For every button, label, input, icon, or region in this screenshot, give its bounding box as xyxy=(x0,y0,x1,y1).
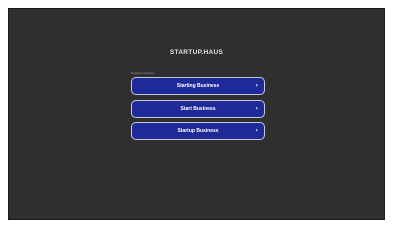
site-title: STARTUP.HAUS xyxy=(169,49,224,56)
page-frame: STARTUP.HAUS Related searches Starting B… xyxy=(8,8,385,220)
search-link-label: Startup Business xyxy=(177,128,219,134)
search-link-label: Starting Business xyxy=(176,83,220,89)
search-link-label: Start Business xyxy=(180,105,216,112)
chevron-right-icon: › xyxy=(255,82,258,89)
chevron-right-icon: › xyxy=(255,127,258,134)
search-link-starting-business[interactable]: Starting Business › xyxy=(131,77,265,95)
related-searches: Related searches Starting Business › Sta… xyxy=(131,71,265,145)
search-link-start-business[interactable]: Start Business › xyxy=(131,99,265,118)
search-link-startup-business[interactable]: Startup Business › xyxy=(131,122,265,140)
chevron-right-icon: › xyxy=(255,104,258,112)
related-searches-label: Related searches xyxy=(131,71,155,75)
